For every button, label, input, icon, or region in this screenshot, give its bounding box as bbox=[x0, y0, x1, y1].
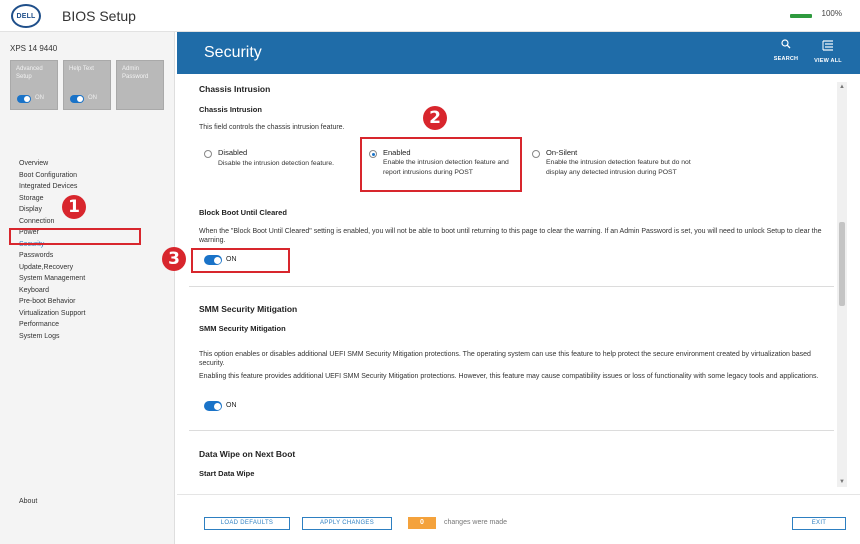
chassis-section-title: Chassis Intrusion bbox=[199, 84, 271, 94]
smm-description-2: Enabling this feature provides additiona… bbox=[199, 373, 819, 380]
advanced-setup-toggle[interactable] bbox=[17, 95, 31, 103]
block-boot-title: Block Boot Until Cleared bbox=[199, 208, 287, 217]
section-divider bbox=[189, 430, 834, 431]
title-bar: DELL BIOS Setup 100% bbox=[0, 0, 860, 32]
annotation-badge-3: 3 bbox=[162, 247, 186, 271]
chassis-setting-title: Chassis Intrusion bbox=[199, 105, 262, 114]
battery-percentage: 100% bbox=[821, 9, 842, 18]
sidebar-item-overview[interactable]: Overview bbox=[0, 158, 174, 170]
option-desc-disabled: Disable the intrusion detection feature. bbox=[218, 160, 334, 167]
chassis-description: This field controls the chassis intrusio… bbox=[199, 124, 345, 131]
smm-description-1: This option enables or disables addition… bbox=[199, 351, 811, 367]
block-boot-description: When the "Block Boot Until Cleared" sett… bbox=[199, 228, 822, 244]
annotation-box-security bbox=[9, 228, 141, 245]
option-label-disabled: Disabled bbox=[218, 148, 248, 157]
changes-status-text: changes were made bbox=[444, 519, 508, 526]
sidebar-item-keyboard[interactable]: Keyboard bbox=[0, 285, 174, 297]
annotation-badge-2: 2 bbox=[423, 106, 447, 130]
mode-label: Advanced Setup bbox=[16, 66, 43, 80]
sidebar-item-display[interactable]: Display bbox=[0, 204, 174, 216]
sidebar-item-system-management[interactable]: System Management bbox=[0, 273, 174, 285]
admin-password-mode[interactable]: Admin Password bbox=[116, 60, 164, 110]
sidebar-item-update-recovery[interactable]: Update,Recovery bbox=[0, 262, 174, 274]
sidebar-item-passwords[interactable]: Passwords bbox=[0, 250, 174, 262]
sidebar-item-integrated-devices[interactable]: Integrated Devices bbox=[0, 181, 174, 193]
exit-button[interactable]: EXIT bbox=[792, 517, 846, 530]
help-text-mode[interactable]: Help Text ON bbox=[63, 60, 111, 110]
view-all-button-label: VIEW ALL bbox=[814, 58, 842, 64]
sidebar-item-system-logs[interactable]: System Logs bbox=[0, 331, 174, 343]
app-title: BIOS Setup bbox=[62, 8, 136, 24]
changes-count-badge: 0 bbox=[408, 517, 436, 529]
load-defaults-button[interactable]: LOAD DEFAULTS bbox=[204, 517, 290, 530]
advanced-setup-mode[interactable]: Advanced Setup ON bbox=[10, 60, 58, 110]
help-text-toggle[interactable] bbox=[70, 95, 84, 103]
sidebar-item-pre-boot-behavior[interactable]: Pre-boot Behavior bbox=[0, 296, 174, 308]
search-icon bbox=[781, 39, 791, 49]
radio-disabled[interactable] bbox=[204, 150, 212, 158]
device-name: XPS 14 9440 bbox=[10, 44, 58, 53]
toggle-state: ON bbox=[35, 95, 44, 101]
annotation-badge-1: 1 bbox=[62, 195, 86, 219]
search-button[interactable]: SEARCH bbox=[767, 32, 805, 74]
sidebar-item-boot-configuration[interactable]: Boot Configuration bbox=[0, 170, 174, 182]
sidebar: XPS 14 9440 Advanced Setup ON Help Text … bbox=[0, 32, 175, 544]
annotation-box-enabled bbox=[360, 137, 522, 192]
footer-bar: LOAD DEFAULTS APPLY CHANGES 0 changes we… bbox=[177, 494, 860, 544]
view-all-icon bbox=[822, 40, 833, 51]
sidebar-item-storage[interactable]: Storage bbox=[0, 193, 174, 205]
mode-label: Admin Password bbox=[122, 66, 149, 80]
radio-on-silent[interactable] bbox=[532, 150, 540, 158]
smm-toggle-state: ON bbox=[226, 402, 237, 409]
page-title: Security bbox=[204, 44, 262, 61]
content-scrollbar[interactable]: ▲ ▼ bbox=[837, 82, 847, 487]
sidebar-nav: Overview Boot Configuration Integrated D… bbox=[0, 158, 174, 342]
data-wipe-setting-title: Start Data Wipe bbox=[199, 469, 255, 478]
view-all-button[interactable]: VIEW ALL bbox=[809, 32, 847, 74]
smm-toggle[interactable] bbox=[204, 401, 222, 411]
option-desc-on-silent: Enable the intrusion detection feature b… bbox=[546, 159, 691, 176]
scroll-thumb[interactable] bbox=[839, 222, 845, 306]
option-label-on-silent: On-Silent bbox=[546, 148, 578, 157]
smm-setting-title: SMM Security Mitigation bbox=[199, 324, 286, 333]
sidebar-item-connection[interactable]: Connection bbox=[0, 216, 174, 228]
mode-label: Help Text bbox=[69, 66, 94, 72]
dell-logo: DELL bbox=[11, 4, 41, 28]
sidebar-item-performance[interactable]: Performance bbox=[0, 319, 174, 331]
scroll-up-arrow-icon[interactable]: ▲ bbox=[837, 82, 847, 92]
scroll-down-arrow-icon[interactable]: ▼ bbox=[837, 477, 847, 487]
smm-section-title: SMM Security Mitigation bbox=[199, 304, 298, 314]
search-button-label: SEARCH bbox=[773, 56, 799, 62]
annotation-box-toggle bbox=[191, 248, 290, 273]
data-wipe-section-title: Data Wipe on Next Boot bbox=[199, 449, 296, 459]
sidebar-item-about[interactable]: About bbox=[19, 498, 37, 505]
sidebar-item-virtualization-support[interactable]: Virtualization Support bbox=[0, 308, 174, 320]
section-divider bbox=[189, 286, 834, 287]
toggle-state: ON bbox=[88, 95, 97, 101]
battery-icon bbox=[790, 14, 812, 18]
apply-changes-button[interactable]: APPLY CHANGES bbox=[302, 517, 392, 530]
page-header: Security SEARCH VIEW ALL bbox=[177, 32, 860, 74]
